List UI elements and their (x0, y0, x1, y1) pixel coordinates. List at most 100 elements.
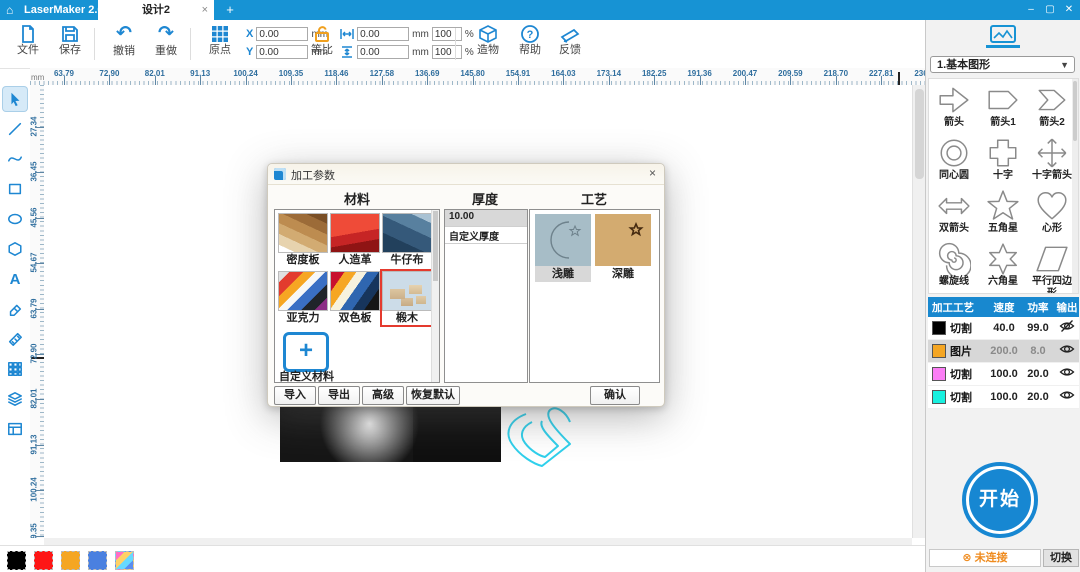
create-button[interactable]: 造物 (466, 23, 510, 65)
palette-swatch-black[interactable] (7, 551, 26, 570)
shape-item[interactable]: 同心圆 (931, 136, 977, 182)
file-button[interactable]: 文件 (6, 23, 50, 65)
arrow1-shape-icon (986, 83, 1020, 117)
shape-item[interactable]: 箭头 (931, 83, 977, 129)
layer-row[interactable]: 切割 40.0 99.0 (928, 317, 1079, 340)
height-percent-input[interactable] (432, 45, 462, 59)
tab-close-icon[interactable]: × (202, 0, 208, 20)
maximize-button[interactable]: ▢ (1041, 0, 1059, 20)
ruler-tick (200, 76, 201, 85)
visibility-toggle[interactable] (1055, 388, 1079, 407)
close-button[interactable]: ✕ (1060, 0, 1078, 20)
redo-button[interactable]: ↷ 重做 (144, 23, 188, 65)
save-button[interactable]: 保存 (48, 23, 92, 65)
shape-item[interactable]: 螺旋线 (931, 242, 977, 288)
palette-swatch-blue[interactable] (88, 551, 107, 570)
palette-swatch-rainbow[interactable] (115, 551, 134, 570)
restore-defaults-button[interactable]: 恢复默认 (406, 386, 460, 405)
switch-device-button[interactable]: 切换 (1043, 549, 1079, 567)
gallery-tab[interactable] (983, 25, 1023, 48)
thickness-option[interactable]: 自定义厚度 (445, 227, 527, 244)
import-button[interactable]: 导入 (274, 386, 316, 405)
horizontal-scrollbar[interactable] (44, 538, 912, 545)
rectangle-tool[interactable] (3, 177, 27, 201)
ellipse-tool[interactable] (3, 207, 27, 231)
polygon-tool[interactable] (3, 237, 27, 261)
home-icon[interactable]: ⌂ (6, 2, 13, 18)
dialog-close-icon[interactable]: × (649, 166, 656, 180)
origin-button[interactable]: 原点 (198, 23, 242, 65)
material-item[interactable]: 双色板 (330, 271, 380, 325)
eye-icon (1059, 365, 1075, 379)
palette-swatch-red[interactable] (34, 551, 53, 570)
height-input[interactable] (357, 45, 409, 59)
feedback-button[interactable]: 反馈 (548, 23, 592, 65)
separator (455, 28, 456, 60)
scroll-thumb[interactable] (433, 211, 438, 281)
shape-item[interactable]: 十字 (980, 136, 1026, 182)
dialog-title: 加工参数 (291, 167, 335, 183)
layer-row[interactable]: 切割 100.0 20.0 (928, 363, 1079, 386)
tab-design2[interactable]: 设计2 × (98, 0, 214, 20)
material-item[interactable]: 亚克力 (278, 271, 328, 325)
shape-item[interactable]: 箭头1 (980, 83, 1026, 129)
shape-item[interactable]: 五角星 (980, 189, 1026, 235)
craft-option-deep[interactable]: 深雕 (595, 214, 651, 282)
shape-item[interactable]: 六角星 (980, 242, 1026, 288)
scroll-thumb[interactable] (915, 89, 924, 179)
dithered-bitmap-object[interactable] (280, 398, 501, 462)
color-palette-bar (0, 545, 925, 572)
shape-scrollbar[interactable] (1072, 79, 1078, 293)
material-scrollbar[interactable] (431, 210, 439, 382)
connection-status: ⊗ 未连接 (929, 549, 1041, 567)
minimize-button[interactable]: – (1022, 0, 1040, 20)
material-item[interactable]: 人造革 (330, 213, 380, 267)
shape-item[interactable]: 箭头2 (1029, 83, 1075, 129)
ruler-tick (64, 76, 65, 85)
add-material-button[interactable]: + (283, 332, 329, 372)
material-item[interactable]: 牛仔布 (382, 213, 432, 267)
advanced-button[interactable]: 高级 (362, 386, 404, 405)
table-tool[interactable] (3, 417, 27, 441)
palette-swatch-orange[interactable] (61, 551, 80, 570)
layer-row[interactable]: 图片 200.0 8.0 (928, 340, 1079, 363)
export-button[interactable]: 导出 (318, 386, 360, 405)
shape-category-dropdown[interactable]: 1.基本图形 ▼ (930, 56, 1075, 73)
material-item[interactable]: 椴木 (382, 271, 432, 325)
start-button[interactable]: 开始 (962, 462, 1038, 538)
curve-tool[interactable] (3, 147, 27, 171)
ratio-lock-button[interactable]: 等比 (300, 23, 344, 65)
select-tool[interactable] (3, 87, 27, 111)
shape-item[interactable]: 心形 (1029, 189, 1075, 235)
layers-tool[interactable] (3, 387, 27, 411)
line-tool[interactable] (3, 117, 27, 141)
help-button[interactable]: ? 帮助 (508, 23, 552, 65)
width-percent-input[interactable] (432, 27, 462, 41)
layer-color-chip[interactable] (932, 367, 946, 381)
layer-color-chip[interactable] (932, 321, 946, 335)
craft-option-light[interactable]: 浅雕 (535, 214, 591, 282)
layer-color-chip[interactable] (932, 344, 946, 358)
visibility-toggle[interactable] (1055, 319, 1079, 338)
layer-row[interactable]: 切割 100.0 20.0 (928, 386, 1079, 409)
material-item[interactable]: 密度板 (278, 213, 328, 267)
five-point-star-icon (986, 189, 1020, 223)
thickness-option[interactable]: 10.00 (445, 210, 527, 227)
text-tool[interactable]: A (3, 267, 27, 291)
new-tab-button[interactable]: + (222, 0, 238, 20)
visibility-toggle[interactable] (1055, 342, 1079, 361)
scroll-thumb[interactable] (1073, 81, 1077, 141)
dialog-title-bar[interactable]: 加工参数 × (268, 164, 664, 185)
array-tool[interactable] (3, 357, 27, 381)
width-input[interactable] (357, 27, 409, 41)
shape-item[interactable]: 十字箭头 (1029, 136, 1075, 182)
confirm-button[interactable]: 确认 (590, 386, 640, 405)
shape-item[interactable]: 平行四边形 (1029, 242, 1075, 294)
vertical-scrollbar[interactable] (912, 85, 926, 538)
layer-color-chip[interactable] (932, 390, 946, 404)
shape-item[interactable]: 双箭头 (931, 189, 977, 235)
visibility-toggle[interactable] (1055, 365, 1079, 384)
eraser-tool[interactable] (3, 297, 27, 321)
undo-button[interactable]: ↶ 撤销 (102, 23, 146, 65)
measure-tool[interactable] (3, 327, 27, 351)
